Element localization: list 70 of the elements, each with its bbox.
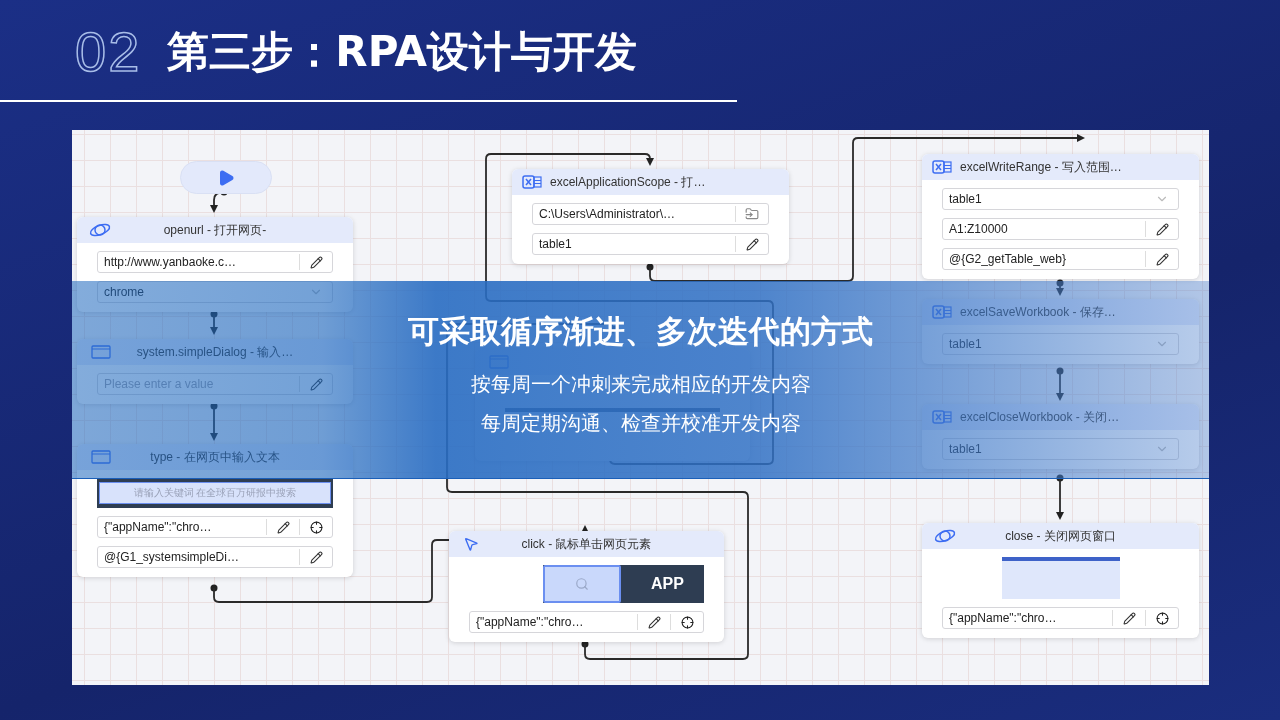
field-value: @{G1_systemsimpleDi… [103,550,240,564]
spreadsheet-icon [522,174,542,190]
field-value: A1:Z10000 [948,222,1009,236]
node-title: click - 鼠标单击网页元素 [521,535,652,553]
input-field[interactable]: {"appName":"chro… [97,516,333,538]
input-field[interactable]: {"appName":"chro… [942,607,1179,629]
banner-heading: 可采取循序渐进、多次迭代的方式 [408,312,873,351]
dropdown-field[interactable]: table1 [942,188,1179,210]
pencil-icon[interactable] [745,237,759,251]
input-field[interactable]: @{G2_getTable_web} [942,248,1179,270]
input-field[interactable]: http://www.yanbaoke.c… [97,251,333,273]
field-value: http://www.yanbaoke.c… [103,255,238,269]
pencil-icon[interactable] [309,550,323,564]
spreadsheet-icon [932,159,952,175]
preview-text: APP [651,575,684,593]
input-field[interactable]: @{G1_systemsimpleDi… [97,546,333,568]
play-icon [217,168,235,187]
node-title: excelWriteRange - 写入范围… [960,158,1122,176]
window-icon [91,345,111,359]
node-title: close - 关闭网页窗口 [1005,527,1116,545]
connector-arrow [1056,367,1064,401]
node-card[interactable]: click - 鼠标单击网页元素 APP {"appName":"chro… [449,531,724,642]
input-field[interactable]: table1 [532,233,769,255]
crosshair-icon[interactable] [309,520,323,534]
node-title: excelSaveWorkbook - 保存… [960,303,1116,321]
banner-text: 按每周一个冲刺来完成相应的开发内容 [470,371,811,398]
node-card[interactable]: openurl - 打开网页- http://www.yanbaoke.c… chrome [77,217,353,312]
field-value: @{G2_getTable_web} [948,252,1067,266]
browser-icon [934,528,956,544]
spreadsheet-icon [932,409,952,425]
field-value: {"appName":"chro… [948,611,1058,625]
field-value: {"appName":"chro… [475,615,585,629]
pencil-icon[interactable] [1155,252,1169,266]
pencil-icon[interactable] [1122,611,1136,625]
browser-icon [89,222,111,238]
field-value: chrome [103,285,145,299]
node-title: type - 在网页中输入文本 [150,448,280,466]
field-value: table1 [948,337,983,351]
window-icon [91,450,111,464]
field-value: C:\Users\Administrator\… [538,207,677,221]
node-title: openurl - 打开网页- [163,221,267,239]
node-card[interactable]: close - 关闭网页窗口 {"appName":"chro… [922,523,1199,638]
node-title: system.simpleDialog - 输入… [136,343,294,361]
pencil-icon[interactable] [647,615,661,629]
node-title: excelCloseWorkbook - 关闭… [960,408,1120,426]
pencil-icon[interactable] [1155,222,1169,236]
search-icon [575,577,589,591]
node-card[interactable]: excelApplicationScope - 打… C:\Users\Administrator\… table1 [512,169,789,264]
start-button[interactable] [180,161,272,194]
field-value: table1 [948,442,983,456]
folder-icon[interactable] [745,207,759,221]
field-value: table1 [538,237,573,251]
pencil-icon[interactable] [309,255,323,269]
node-card[interactable]: excelWriteRange - 写入范围… table1 A1:Z10000 @{G2_getTable_web} [922,154,1199,279]
spreadsheet-icon [932,304,952,320]
field-value: table1 [948,192,983,206]
connector-arrow [1056,474,1064,520]
input-field[interactable]: A1:Z10000 [942,218,1179,240]
crosshair-icon[interactable] [1155,611,1169,625]
section-number: 02 [75,24,142,80]
pencil-icon[interactable] [276,520,290,534]
field-value: {"appName":"chro… [103,520,213,534]
node-title: excelApplicationScope - 打… [550,173,706,191]
crosshair-icon[interactable] [680,615,694,629]
input-field[interactable]: {"appName":"chro… [469,611,704,633]
input-field[interactable]: C:\Users\Administrator\… [532,203,769,225]
slide-title: 第三步：RPA设计与开发 [167,31,638,73]
banner-text: 每周定期沟通、检查并校准开发内容 [480,410,801,437]
cursor-icon [463,536,479,552]
connector-arrow [210,310,218,335]
